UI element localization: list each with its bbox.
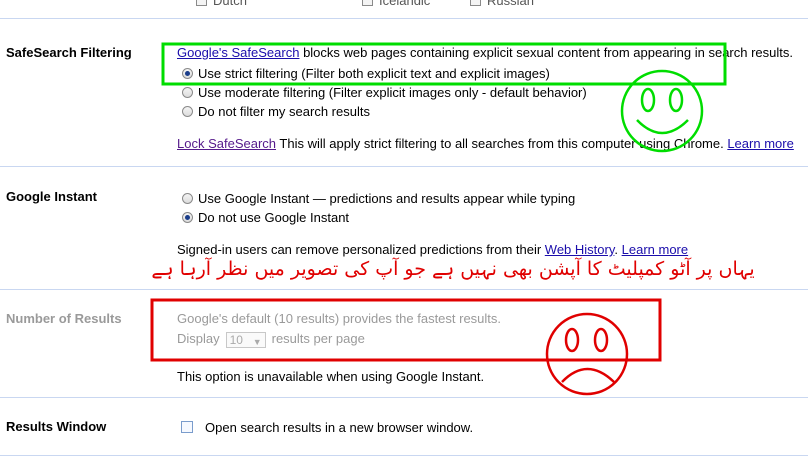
annotation-overlay: [150, 42, 727, 396]
sad-face-icon: [545, 312, 629, 396]
red-highlight-box: [150, 298, 662, 362]
